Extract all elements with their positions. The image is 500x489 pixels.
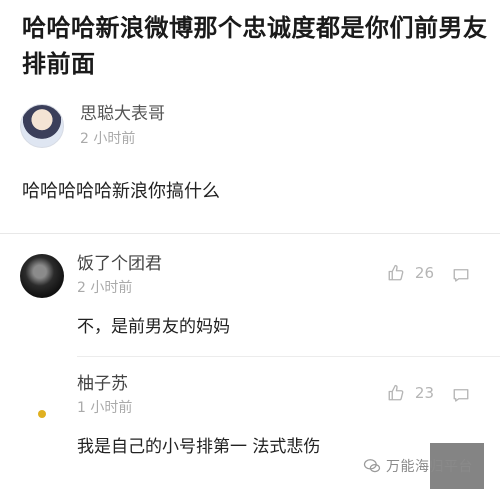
thumbs-up-icon [388,264,404,281]
divider [77,356,500,357]
comment-bubble-icon[interactable] [452,386,470,404]
author-avatar[interactable] [20,104,64,148]
watermark: 万能海归平台 [362,443,500,489]
comment-timestamp: 2 小时前 [77,280,133,296]
comment-timestamp: 1 小时前 [77,400,133,416]
author-name[interactable]: 思聪大表哥 [80,102,165,126]
post-author[interactable]: 思聪大表哥 2 小时前 [20,100,165,152]
like-button[interactable]: 26 [387,264,434,282]
author-meta: 思聪大表哥 2 小时前 [80,102,165,150]
divider [0,233,500,234]
commenter-name[interactable]: 柚子苏 [77,372,128,396]
commenter-avatar[interactable] [20,374,64,418]
like-count: 23 [414,384,434,402]
thumbs-up-icon [388,384,404,401]
watermark-text: 万能海归平台 [386,459,473,475]
like-count: 26 [414,264,434,282]
comment-item: 饭了个团君 2 小时前 26 不，是前男友的妈妈 [0,240,500,358]
post-timestamp: 2 小时前 [80,131,136,147]
comment-bubble-icon[interactable] [452,266,470,284]
commenter-name[interactable]: 饭了个团君 [77,252,162,276]
post-body: 哈哈哈哈哈新浪你搞什么 [22,181,220,202]
comment-text: 我是自己的小号排第一 法式悲伤 [77,437,321,457]
post-title: 哈哈哈新浪微博那个忠诚度都是你们前男友排前面 [22,14,488,78]
comment-text: 不，是前男友的妈妈 [77,317,230,337]
commenter-avatar[interactable] [20,254,64,298]
wechat-icon [363,459,381,473]
like-button[interactable]: 23 [387,384,434,402]
